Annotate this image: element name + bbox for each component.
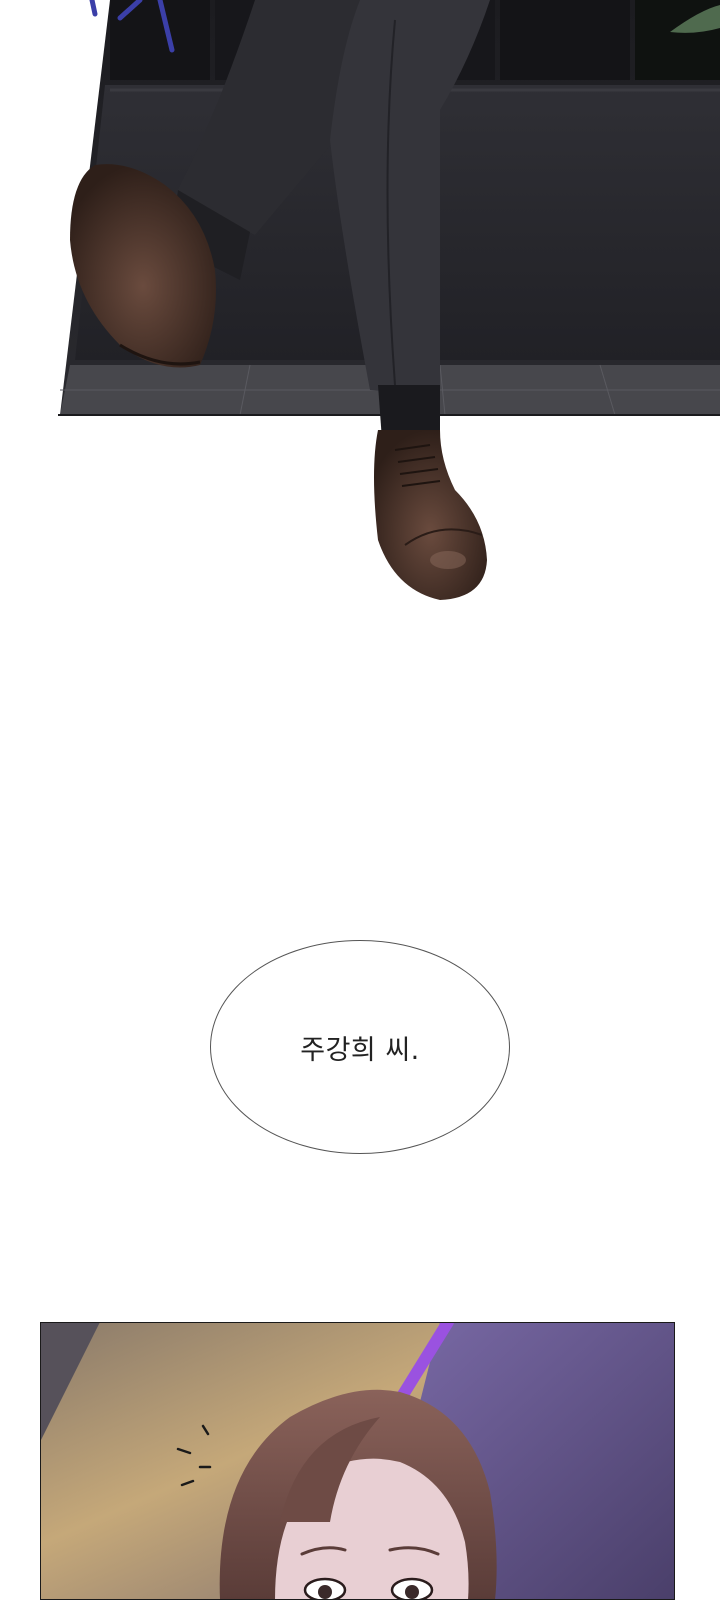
motion-line <box>89 0 98 17</box>
speech-bubble-text: 주강희 씨. <box>300 1034 420 1066</box>
speech-bubble: 주강희 씨. <box>210 940 510 1154</box>
panel-woman-surprised <box>40 1322 675 1600</box>
oxford-shoe-icon <box>374 430 487 600</box>
panel-seated-man-legs <box>58 0 720 600</box>
sofa-cushion <box>500 0 630 80</box>
